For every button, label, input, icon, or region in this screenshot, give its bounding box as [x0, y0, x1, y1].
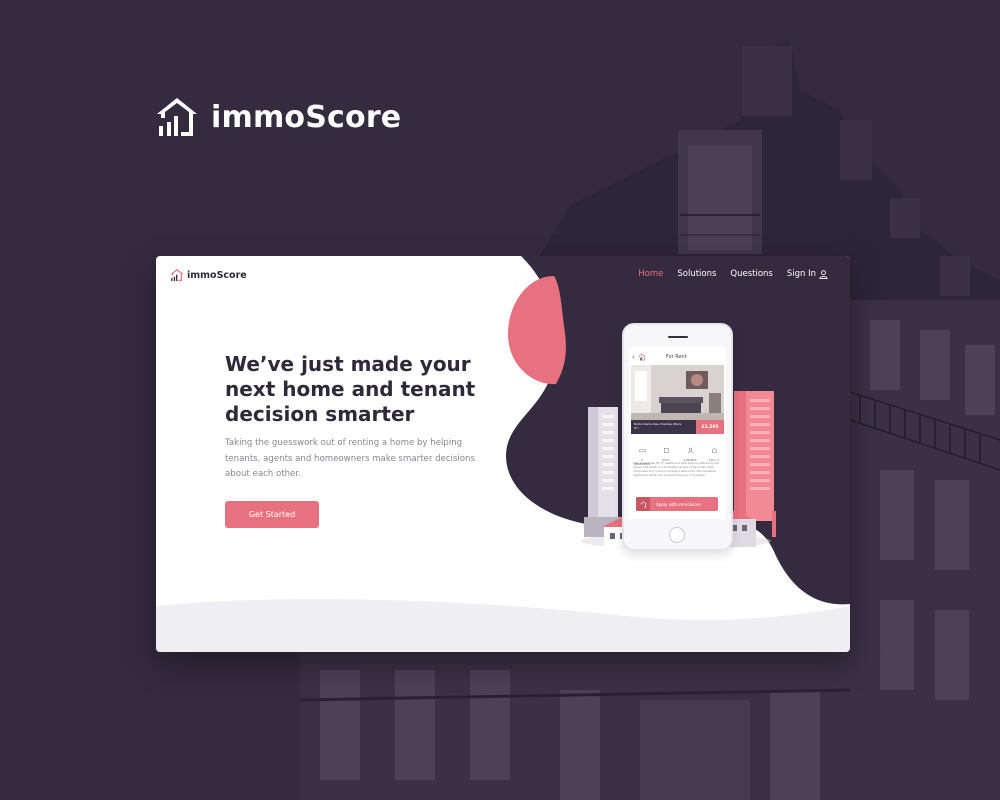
apply-button[interactable]: Apply with immoScore: [636, 497, 718, 511]
phone-screen: ‹ For Rent Notre Dame Des Champs (Paris …: [629, 347, 726, 519]
phone-speaker: [668, 336, 688, 338]
hero-title-line: We’ve just made your: [225, 352, 471, 376]
area-icon: [663, 448, 669, 453]
apply-label: Apply with immoScore: [656, 501, 701, 507]
hero-subtitle-line: about each other.: [225, 469, 301, 479]
website-mockup: immoScore Home Solutions Questions Sign …: [156, 256, 850, 652]
nav-item-home[interactable]: Home: [638, 269, 663, 279]
listing-address: Notre Dame Des Champs (Paris 6°): [634, 422, 682, 430]
nav-item-solutions[interactable]: Solutions: [677, 269, 716, 279]
phone-header: ‹ For Rent: [632, 352, 723, 362]
user-icon: [819, 269, 828, 279]
brand-logo[interactable]: immoScore: [155, 96, 401, 138]
nav-item-sign-in[interactable]: Sign In: [787, 269, 828, 279]
house-logo-icon: [639, 500, 647, 508]
listing-info-bar: Notre Dame Des Champs (Paris 6°) £2,595: [631, 420, 724, 434]
floor-icon: [711, 448, 717, 453]
hero-subtitle-line: Taking the guesswork out of renting a ho…: [225, 438, 463, 448]
nav-item-questions[interactable]: Questions: [730, 269, 772, 279]
brand-name: immoScore: [211, 99, 402, 135]
hero-title: We’ve just made your next home and tenan…: [225, 352, 525, 427]
house-logo-icon: [157, 98, 197, 136]
top-nav: Home Solutions Questions Sign In: [624, 269, 828, 279]
nav-logo-text: immoScore: [187, 269, 247, 281]
sign-in-label: Sign In: [786, 269, 816, 279]
hero-title-line: next home and tenant: [225, 377, 476, 401]
bed-icon: [638, 449, 646, 453]
phone-home-button: [669, 527, 685, 543]
phone-mockup: ‹ For Rent Notre Dame Des Champs (Paris …: [622, 323, 733, 551]
nav-logo[interactable]: immoScore: [170, 268, 247, 282]
people-icon: [687, 447, 693, 454]
get-started-button[interactable]: Get Started: [225, 501, 319, 528]
listing-photo: [631, 365, 724, 420]
back-arrow-icon[interactable]: ‹: [632, 353, 635, 361]
house-logo-icon: [638, 353, 646, 361]
hero-title-line: decision smarter: [225, 402, 415, 426]
apply-icon-box: [636, 497, 650, 511]
house-logo-icon: [170, 268, 184, 282]
listing-price: £2,595: [696, 420, 724, 434]
listing-description: This substantial 55 m² apartment with ba…: [633, 461, 720, 477]
listing-header: For Rent: [665, 354, 687, 360]
hero-subtitle-line: tenants, agents and homeowners make smar…: [225, 453, 475, 464]
hero-subtitle: Taking the guesswork out of renting a ho…: [225, 436, 515, 483]
